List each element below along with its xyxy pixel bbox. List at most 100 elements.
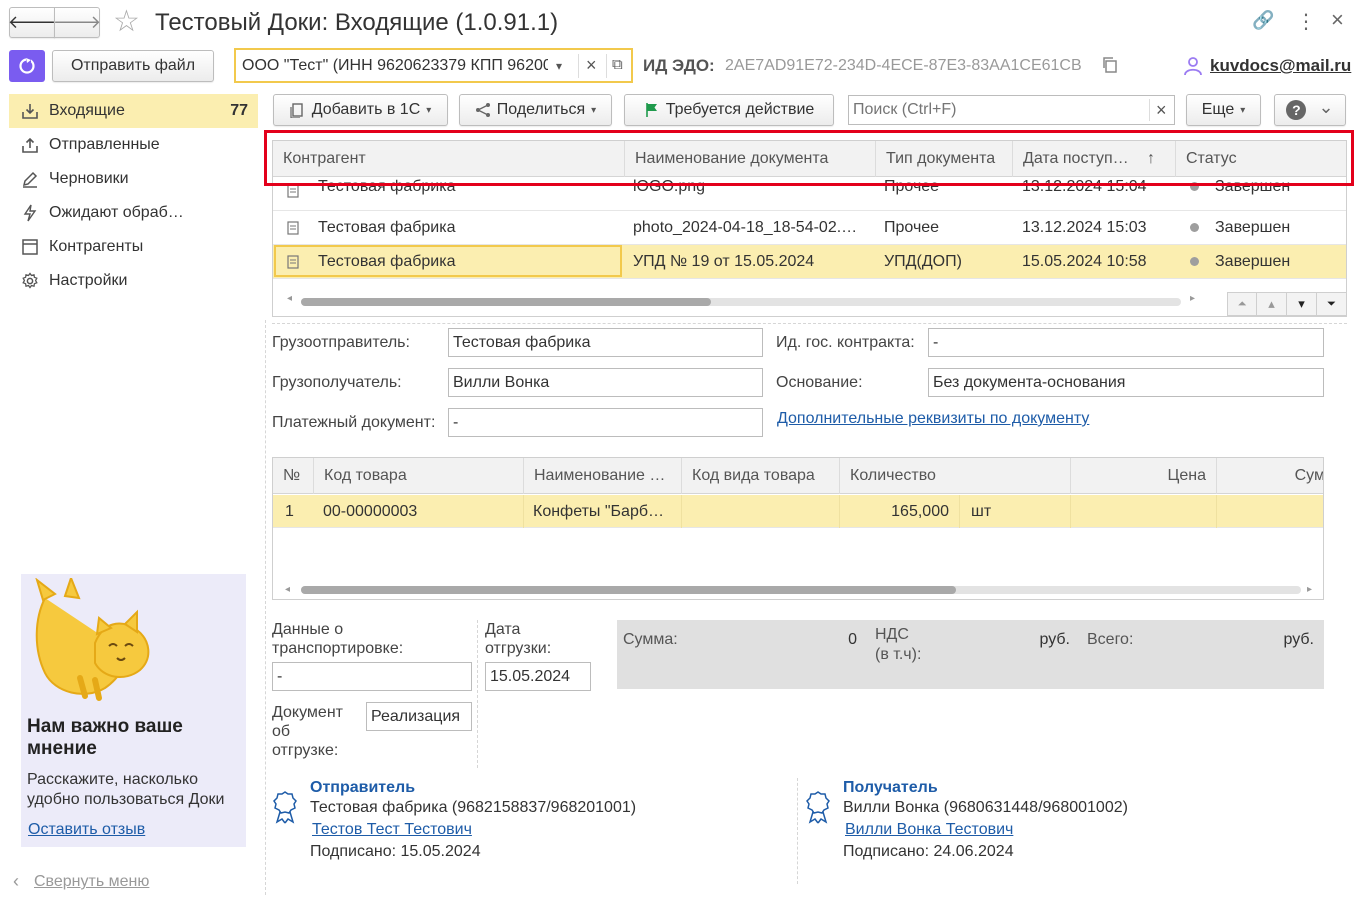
- divider: [959, 495, 960, 528]
- divider: [606, 54, 607, 78]
- search-input[interactable]: [851, 97, 1141, 123]
- table-row[interactable]: Тестовая фабрика photo_2024-04-18_18-54-…: [273, 211, 1346, 245]
- column-header-price[interactable]: Цена: [1070, 458, 1216, 494]
- shipment-date-field[interactable]: 15.05.2024: [485, 662, 591, 691]
- shipment-document-field[interactable]: Реализация: [366, 702, 472, 731]
- feedback-title: Нам важно ваше мнение: [27, 716, 183, 759]
- organization-field[interactable]: ООО "Тест" (ИНН 9620623379 КПП 96200 ▾ ×…: [234, 48, 633, 83]
- vat-value: руб.: [1039, 631, 1070, 648]
- user-email-link[interactable]: kuvdocs@mail.ru: [1210, 56, 1351, 76]
- goods-table: № Код товара Наименование … Код вида тов…: [272, 457, 1324, 600]
- horizontal-scrollbar[interactable]: [301, 298, 1181, 306]
- column-header-quantity[interactable]: Количество: [839, 458, 1070, 494]
- transport-field[interactable]: -: [272, 662, 472, 691]
- open-icon[interactable]: ⧉: [612, 55, 623, 75]
- chevron-left-icon[interactable]: ‹: [13, 871, 19, 892]
- highlight-frame: [264, 130, 1354, 186]
- share-label: Поделиться: [496, 101, 586, 118]
- horizontal-scrollbar[interactable]: [301, 586, 1301, 594]
- send-file-button[interactable]: Отправить файл: [52, 50, 214, 82]
- divider: [272, 323, 1347, 324]
- arrow-right-icon: 🡒: [52, 12, 102, 32]
- nav-prev-button[interactable]: ▴: [1257, 292, 1287, 316]
- sidebar-item-counterparties[interactable]: Контрагенты: [9, 230, 258, 264]
- collapse-menu-link[interactable]: Свернуть меню: [34, 873, 149, 891]
- table-row-selected[interactable]: Тестовая фабрика УПД № 19 от 15.05.2024 …: [273, 245, 1346, 279]
- sidebar-item-label: Отправленные: [49, 136, 160, 153]
- table-row-selected[interactable]: 1 00-00000003 Конфеты "Барб… 165,000 шт: [273, 495, 1323, 528]
- extra-requisites-link[interactable]: Дополнительные реквизиты по документу: [777, 409, 1089, 429]
- cell-status: Завершен: [1215, 219, 1291, 236]
- chevron-down-icon: ▾: [426, 104, 432, 116]
- scroll-right-icon[interactable]: ▸: [1307, 584, 1312, 595]
- shipment-date-label: Дата отгрузки:: [485, 621, 552, 657]
- close-window-icon[interactable]: ×: [1331, 7, 1344, 33]
- sender-person-link[interactable]: Тестов Тест Тестович: [312, 821, 472, 839]
- sidebar-item-sent[interactable]: Отправленные: [9, 128, 258, 162]
- sidebar-item-label: Входящие: [49, 102, 125, 119]
- scroll-left-icon[interactable]: ◂: [287, 293, 292, 304]
- recipient-person-link[interactable]: Вилли Вонка Тестович: [845, 821, 1013, 839]
- organization-value: ООО "Тест" (ИНН 9620623379 КПП 96200: [242, 57, 548, 74]
- shipper-field[interactable]: Тестовая фабрика: [448, 328, 763, 357]
- nav-next-button[interactable]: ▾: [1287, 292, 1317, 316]
- divider: [681, 495, 682, 528]
- basis-field[interactable]: Без документа-основания: [928, 368, 1324, 397]
- certificate-icon: [273, 791, 297, 824]
- edo-id-label: ИД ЭДО:: [643, 56, 715, 75]
- column-header-product-name[interactable]: Наименование …: [523, 458, 681, 494]
- sidebar-item-drafts[interactable]: Черновики: [9, 162, 258, 196]
- divider: [578, 54, 579, 78]
- column-header-number[interactable]: №: [273, 458, 313, 494]
- cell-date: 13.12.2024 15:03: [1022, 219, 1147, 236]
- shipment-document-label: Документ об отгрузке:: [272, 704, 343, 759]
- sidebar-item-pending[interactable]: Ожидают обраб…: [9, 196, 258, 230]
- link-icon[interactable]: 🔗: [1252, 10, 1274, 31]
- add-to-1c-button[interactable]: Добавить в 1С ▾: [273, 94, 448, 126]
- lightning-icon: [23, 204, 37, 222]
- share-button[interactable]: Поделиться ▾: [459, 94, 612, 126]
- scrollbar-thumb[interactable]: [301, 298, 711, 306]
- document-icon: [287, 255, 299, 269]
- scroll-left-icon[interactable]: ◂: [285, 584, 290, 595]
- column-header-product-code[interactable]: Код товара: [313, 458, 523, 494]
- consignee-field[interactable]: Вилли Вонка: [448, 368, 763, 397]
- more-button[interactable]: Еще ▾: [1186, 94, 1261, 126]
- add-to-1c-label: Добавить в 1С: [311, 101, 421, 118]
- contract-id-field[interactable]: -: [928, 328, 1324, 357]
- action-required-button[interactable]: Требуется действие: [624, 94, 834, 126]
- share-icon: [475, 103, 490, 117]
- sum-label: Сумма:: [623, 631, 678, 648]
- app-logo[interactable]: [9, 50, 45, 82]
- cell-document-type: Прочее: [884, 219, 940, 236]
- payment-document-field[interactable]: -: [448, 408, 763, 437]
- sidebar-item-settings[interactable]: Настройки: [9, 264, 258, 298]
- chevron-down-icon[interactable]: ▾: [556, 56, 562, 76]
- forward-button[interactable]: 🡒: [52, 7, 102, 38]
- more-menu-icon[interactable]: ⋮: [1296, 9, 1316, 34]
- clear-search-icon[interactable]: ×: [1156, 98, 1167, 122]
- gear-icon: [22, 272, 38, 289]
- favorite-star-icon[interactable]: ☆: [113, 4, 140, 40]
- search-field[interactable]: ×: [848, 95, 1175, 125]
- cell-product-name: Конфеты "Барб…: [533, 503, 664, 520]
- leave-feedback-link[interactable]: Оставить отзыв: [28, 821, 145, 839]
- scrollbar-thumb[interactable]: [301, 586, 956, 594]
- column-header-sum[interactable]: Сум: [1216, 458, 1323, 494]
- cell-price: [1070, 495, 1210, 528]
- help-button[interactable]: ? ⌄: [1274, 94, 1346, 126]
- totals-panel: Сумма: 0 НДС (в т.ч): руб. Всего: руб.: [617, 620, 1324, 689]
- clear-icon[interactable]: ×: [586, 55, 597, 75]
- cell-date: 15.05.2024 10:58: [1022, 253, 1147, 270]
- back-button[interactable]: 🡐: [8, 7, 56, 38]
- copy-icon[interactable]: [1101, 56, 1119, 74]
- divider: [839, 495, 840, 528]
- nav-first-button[interactable]: ⏶: [1227, 292, 1257, 316]
- column-header-product-kind[interactable]: Код вида товара: [681, 458, 839, 494]
- sidebar-item-inbox[interactable]: Входящие 77: [9, 94, 258, 128]
- contacts-icon: [22, 239, 38, 255]
- nav-last-button[interactable]: ⏷: [1317, 292, 1346, 316]
- table-nav-buttons: ⏶ ▴ ▾ ⏷: [1227, 292, 1346, 316]
- add-document-icon: [290, 103, 303, 118]
- scroll-right-icon[interactable]: ▸: [1190, 293, 1195, 304]
